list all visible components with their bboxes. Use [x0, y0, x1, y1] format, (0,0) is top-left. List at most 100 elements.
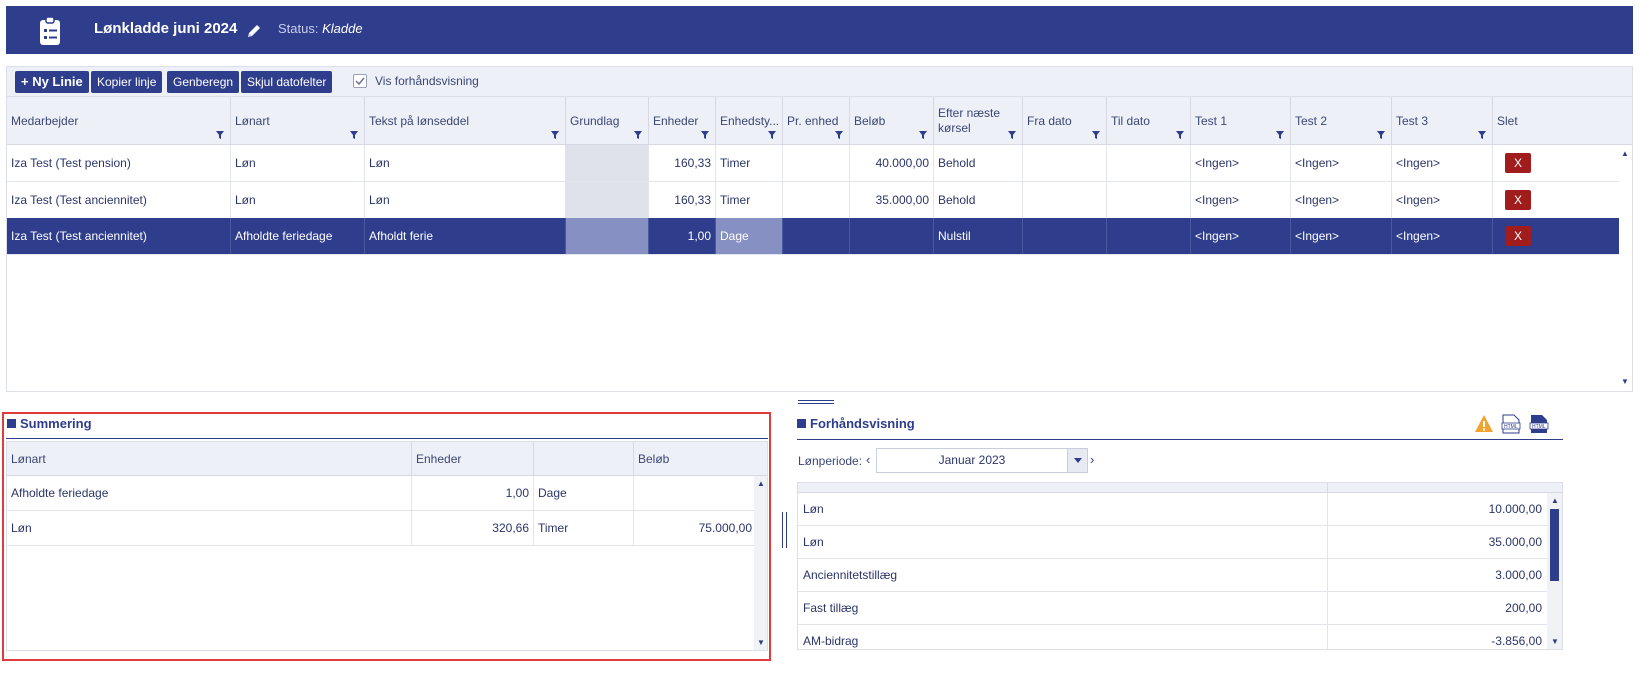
test2-cell[interactable]: <Ingen> — [1291, 218, 1392, 254]
scroll-down-arrow-icon[interactable]: ▼ — [1621, 377, 1629, 386]
wage-type-cell[interactable]: Afholdte feriedage — [231, 218, 365, 254]
next-period-chevron-icon[interactable]: › — [1090, 452, 1094, 467]
scroll-down-arrow-icon[interactable]: ▼ — [1551, 637, 1559, 646]
filter-icon[interactable] — [1008, 131, 1016, 139]
amount-cell[interactable]: 40.000,00 — [850, 145, 934, 181]
column-header-from-date[interactable]: Fra dato — [1023, 97, 1107, 145]
scroll-down-arrow-icon[interactable]: ▼ — [757, 638, 765, 647]
employee-cell[interactable]: Iza Test (Test anciennitet) — [7, 182, 231, 218]
delete-row-button[interactable]: X — [1505, 153, 1531, 173]
previous-period-chevron-icon[interactable]: ‹ — [866, 452, 870, 467]
to-date-cell[interactable] — [1107, 145, 1191, 181]
from-date-cell[interactable] — [1023, 182, 1107, 218]
payslip-text-cell[interactable]: Løn — [365, 145, 566, 181]
preview-checkbox[interactable] — [353, 74, 367, 88]
wage-type-cell[interactable]: Løn — [231, 145, 365, 181]
filter-icon[interactable] — [1176, 131, 1184, 139]
after-next-run-cell[interactable]: Nulstil — [934, 218, 1023, 254]
amount-cell[interactable] — [850, 218, 934, 254]
preview-scrollbar-thumb[interactable] — [1550, 509, 1559, 581]
summary-column-amount[interactable]: Beløb — [634, 442, 767, 476]
test2-cell[interactable]: <Ingen> — [1291, 145, 1392, 181]
column-header-test1[interactable]: Test 1 — [1191, 97, 1291, 145]
column-header-amount[interactable]: Beløb — [850, 97, 934, 145]
test1-cell[interactable]: <Ingen> — [1191, 145, 1291, 181]
filter-icon[interactable] — [350, 131, 358, 139]
warning-icon[interactable] — [1474, 414, 1494, 434]
table-row-selected[interactable]: Iza Test (Test anciennitet) Afholdte fer… — [7, 218, 1619, 255]
copy-line-button[interactable]: Kopier linje — [91, 71, 163, 93]
summary-row[interactable]: Afholdte feriedage 1,00 Dage — [7, 476, 756, 511]
summary-scrollbar[interactable]: ▲ ▼ — [754, 476, 767, 650]
summary-column-wage-type[interactable]: Lønart — [7, 442, 412, 476]
dropdown-arrow-icon[interactable] — [1067, 449, 1087, 472]
filter-icon[interactable] — [1276, 131, 1284, 139]
column-header-after-next-run[interactable]: Efter næste kørsel — [934, 97, 1023, 145]
payslip-text-cell[interactable]: Afholdt ferie — [365, 218, 566, 254]
after-next-run-cell[interactable]: Behold — [934, 182, 1023, 218]
recalculate-button[interactable]: Genberegn — [167, 71, 240, 93]
units-cell[interactable]: 160,33 — [649, 145, 716, 181]
html-export-icon[interactable]: HTML — [1528, 414, 1550, 434]
vertical-splitter-handle[interactable] — [782, 512, 787, 548]
summary-column-unit-type[interactable] — [534, 442, 634, 476]
scroll-up-arrow-icon[interactable]: ▲ — [757, 479, 765, 488]
from-date-cell[interactable] — [1023, 218, 1107, 254]
filter-icon[interactable] — [551, 131, 559, 139]
column-header-payslip-text[interactable]: Tekst på lønseddel — [365, 97, 566, 145]
table-row[interactable]: Iza Test (Test pension) Løn Løn 160,33 T… — [7, 145, 1619, 182]
filter-icon[interactable] — [216, 131, 224, 139]
summary-column-units[interactable]: Enheder — [412, 442, 534, 476]
column-header-per-unit[interactable]: Pr. enhed — [783, 97, 850, 145]
to-date-cell[interactable] — [1107, 218, 1191, 254]
hide-date-fields-button[interactable]: Skjul datofelter — [241, 71, 333, 93]
scroll-up-arrow-icon[interactable]: ▲ — [1621, 149, 1629, 158]
column-header-test2[interactable]: Test 2 — [1291, 97, 1392, 145]
column-header-to-date[interactable]: Til dato — [1107, 97, 1191, 145]
to-date-cell[interactable] — [1107, 182, 1191, 218]
test1-cell[interactable]: <Ingen> — [1191, 218, 1291, 254]
new-line-button[interactable]: + Ny Linie — [15, 71, 89, 93]
filter-icon[interactable] — [1478, 131, 1486, 139]
from-date-cell[interactable] — [1023, 145, 1107, 181]
filter-icon[interactable] — [701, 131, 709, 139]
scroll-up-arrow-icon[interactable]: ▲ — [1551, 496, 1559, 505]
test3-cell[interactable]: <Ingen> — [1392, 182, 1493, 218]
per-unit-cell[interactable] — [783, 145, 850, 181]
pencil-icon[interactable] — [246, 23, 262, 39]
column-header-test3[interactable]: Test 3 — [1392, 97, 1493, 145]
summary-row[interactable]: Løn 320,66 Timer 75.000,00 — [7, 511, 756, 546]
employee-cell[interactable]: Iza Test (Test pension) — [7, 145, 231, 181]
unit-type-cell[interactable]: Dage — [716, 218, 783, 254]
employee-cell[interactable]: Iza Test (Test anciennitet) — [7, 218, 231, 254]
filter-icon[interactable] — [1377, 131, 1385, 139]
pay-period-select[interactable]: Januar 2023 — [876, 448, 1088, 473]
column-header-units[interactable]: Enheder — [649, 97, 716, 145]
units-cell[interactable]: 1,00 — [649, 218, 716, 254]
test3-cell[interactable]: <Ingen> — [1392, 145, 1493, 181]
column-header-wage-type[interactable]: Lønart — [231, 97, 365, 145]
delete-row-button[interactable]: X — [1505, 190, 1531, 210]
column-header-unit-type[interactable]: Enhedsty... — [716, 97, 783, 145]
payslip-text-cell[interactable]: Løn — [365, 182, 566, 218]
filter-icon[interactable] — [919, 131, 927, 139]
filter-icon[interactable] — [768, 131, 776, 139]
filter-icon[interactable] — [1092, 131, 1100, 139]
wage-type-cell[interactable]: Løn — [231, 182, 365, 218]
column-header-basis[interactable]: Grundlag — [566, 97, 649, 145]
test1-cell[interactable]: <Ingen> — [1191, 182, 1291, 218]
per-unit-cell[interactable] — [783, 218, 850, 254]
filter-icon[interactable] — [835, 131, 843, 139]
delete-row-button[interactable]: X — [1505, 226, 1531, 246]
test2-cell[interactable]: <Ingen> — [1291, 182, 1392, 218]
filter-icon[interactable] — [634, 131, 642, 139]
per-unit-cell[interactable] — [783, 182, 850, 218]
unit-type-cell[interactable]: Timer — [716, 145, 783, 181]
test3-cell[interactable]: <Ingen> — [1392, 218, 1493, 254]
table-row[interactable]: Iza Test (Test anciennitet) Løn Løn 160,… — [7, 182, 1619, 219]
after-next-run-cell[interactable]: Behold — [934, 145, 1023, 181]
unit-type-cell[interactable]: Timer — [716, 182, 783, 218]
column-header-employee[interactable]: Medarbejder — [7, 97, 231, 145]
horizontal-splitter-handle[interactable] — [798, 400, 834, 404]
html-file-icon[interactable]: HTML — [1500, 414, 1522, 434]
